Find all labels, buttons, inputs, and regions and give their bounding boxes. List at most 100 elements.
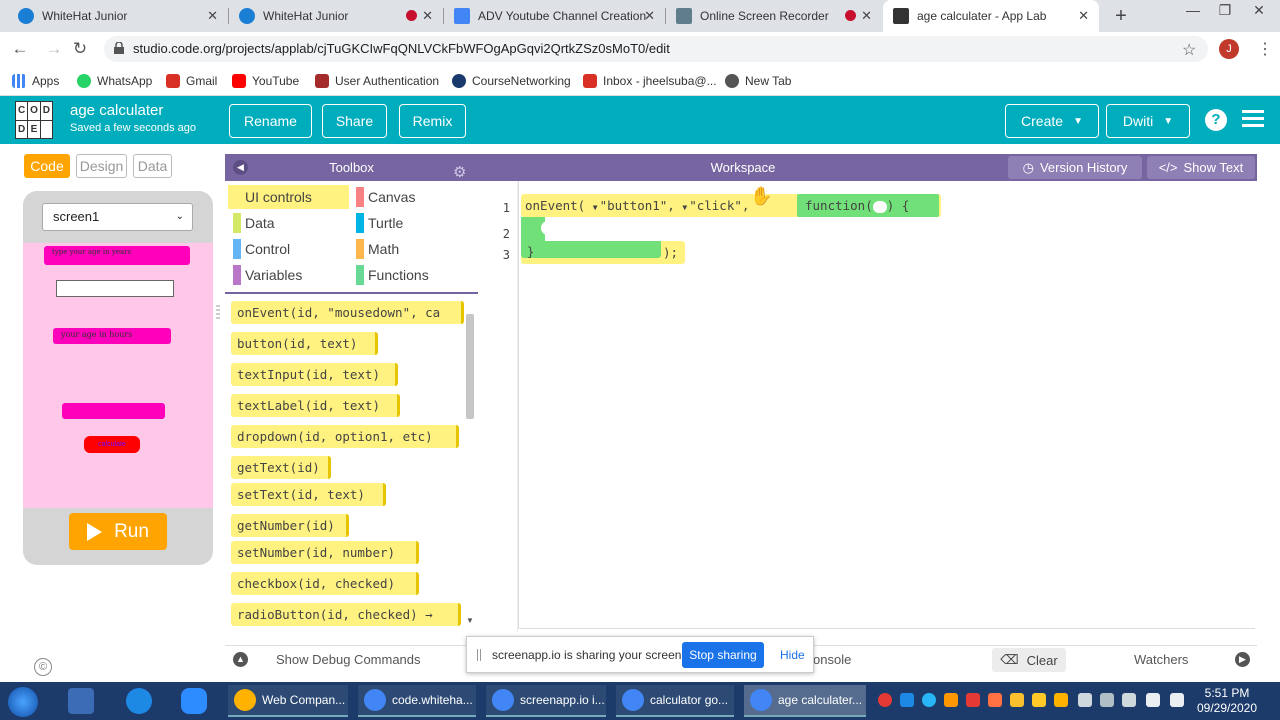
tray-app-icon[interactable]: [1032, 693, 1046, 707]
tray-app-icon[interactable]: [1054, 693, 1068, 707]
hamburger-menu-icon[interactable]: [1242, 110, 1264, 128]
run-button[interactable]: Run: [69, 513, 167, 550]
function-param-slot[interactable]: [872, 200, 887, 213]
zoom-icon[interactable]: [181, 688, 207, 714]
block-radiobutton[interactable]: radioButton(id, checked) →: [231, 603, 461, 626]
minimize-icon[interactable]: —: [1178, 2, 1208, 24]
reload-icon[interactable]: ↻: [70, 39, 90, 59]
stop-sharing-button[interactable]: Stop sharing: [682, 642, 764, 668]
forward-arrow-icon[interactable]: →: [44, 39, 64, 59]
block-textlabel[interactable]: textLabel(id, text): [231, 394, 400, 417]
calculate-button[interactable]: calculate: [84, 436, 140, 453]
hide-button[interactable]: Hide: [780, 648, 805, 662]
share-button[interactable]: Share: [322, 104, 387, 138]
browser-tab-3[interactable]: ADV Youtube Channel Creation ✕: [444, 0, 665, 32]
browser-tab-active[interactable]: age calculater - App Lab ✕: [883, 0, 1099, 32]
back-arrow-icon[interactable]: ←: [10, 39, 30, 59]
expand-right-icon[interactable]: ▶: [1235, 652, 1250, 667]
bookmark-star-icon[interactable]: ☆: [1182, 40, 1196, 60]
category-variables[interactable]: Variables: [228, 263, 349, 287]
code-mode-button[interactable]: Code: [24, 154, 70, 178]
block-textinput[interactable]: textInput(id, text): [231, 363, 398, 386]
bookmark-youtube[interactable]: YouTube: [232, 72, 299, 90]
taskbar-clock[interactable]: 5:51 PM 09/29/2020: [1196, 686, 1258, 716]
tab-close-icon[interactable]: ✕: [207, 8, 218, 24]
block-checkbox[interactable]: checkbox(id, checked): [231, 572, 419, 595]
browser-menu-icon[interactable]: ⋮: [1257, 39, 1273, 59]
tray-app-icon[interactable]: [988, 693, 1002, 707]
clear-console-button[interactable]: ⌫ Clear: [992, 648, 1066, 672]
bookmark-apps[interactable]: Apps: [12, 72, 59, 90]
category-functions[interactable]: Functions: [351, 263, 471, 287]
category-ui-controls[interactable]: UI controls: [228, 185, 349, 209]
window-close-icon[interactable]: ✕: [1244, 2, 1274, 24]
taskbar-app-chrome-1[interactable]: code.whiteha...: [358, 685, 476, 717]
profile-avatar[interactable]: J: [1219, 39, 1239, 59]
user-menu-button[interactable]: Dwiti ▼: [1106, 104, 1190, 138]
bookmark-user-auth[interactable]: User Authentication: [315, 72, 439, 90]
tray-app-icon[interactable]: [1100, 693, 1114, 707]
block-button[interactable]: button(id, text): [231, 332, 378, 355]
taskbar-app-chrome-3[interactable]: calculator go...: [616, 685, 734, 717]
new-tab-button[interactable]: +: [1110, 5, 1132, 27]
windows-start-icon[interactable]: [8, 687, 38, 717]
create-menu-button[interactable]: Create ▼: [1005, 104, 1099, 138]
copyright-icon[interactable]: ©: [34, 658, 52, 676]
resize-handle[interactable]: [216, 305, 220, 321]
code-org-logo[interactable]: COD DE: [15, 101, 53, 139]
tab-close-icon[interactable]: ✕: [644, 8, 655, 24]
toolbox-scrollbar[interactable]: [466, 314, 474, 419]
tray-app-icon[interactable]: [1078, 693, 1092, 707]
tray-app-icon[interactable]: [1146, 693, 1160, 707]
block-onevent[interactable]: onEvent(id, "mousedown", ca: [231, 301, 464, 324]
data-mode-button[interactable]: Data: [133, 154, 172, 178]
file-explorer-icon[interactable]: [68, 688, 94, 714]
block-getnumber[interactable]: getNumber(id): [231, 514, 349, 537]
restore-icon[interactable]: ❐: [1210, 2, 1240, 24]
tray-app-icon[interactable]: [944, 693, 958, 707]
design-mode-button[interactable]: Design: [76, 154, 127, 178]
url-field[interactable]: studio.code.org/projects/applab/cjTuGKCI…: [104, 36, 1208, 62]
category-turtle[interactable]: Turtle: [351, 211, 471, 235]
browser-tab-2[interactable]: WhiteHat Junior ✕: [229, 0, 443, 32]
tab-close-icon[interactable]: ✕: [1078, 8, 1089, 24]
onevent-block[interactable]: onEvent( ▼ "button1", ▼ "click", function(…: [521, 194, 941, 217]
tray-app-icon[interactable]: [878, 693, 892, 707]
bookmark-gmail[interactable]: Gmail: [166, 72, 217, 90]
browser-tab-1[interactable]: WhiteHat Junior ✕: [8, 0, 228, 32]
function-block[interactable]: function() {: [797, 194, 939, 217]
scroll-down-icon[interactable]: ▼: [466, 616, 474, 625]
bookmark-new-tab[interactable]: New Tab: [725, 72, 791, 90]
event-type-dropdown[interactable]: ▼ "click",: [682, 198, 749, 213]
category-canvas[interactable]: Canvas: [351, 185, 471, 209]
tray-app-icon[interactable]: [1170, 693, 1184, 707]
expand-up-icon[interactable]: ▲: [233, 652, 248, 667]
version-history-button[interactable]: ◷ Version History: [1008, 156, 1142, 179]
remix-button[interactable]: Remix: [399, 104, 466, 138]
category-math[interactable]: Math: [351, 237, 471, 261]
taskbar-app-chrome-2[interactable]: screenapp.io i...: [486, 685, 606, 717]
id-dropdown[interactable]: ▼ "button1",: [593, 198, 675, 213]
category-data[interactable]: Data: [228, 211, 349, 235]
bookmark-coursenetworking[interactable]: CourseNetworking: [452, 72, 571, 90]
code-canvas[interactable]: onEvent( ▼ "button1", ▼ "click", function(…: [518, 181, 1255, 629]
block-setnumber[interactable]: setNumber(id, number): [231, 541, 419, 564]
tray-app-icon[interactable]: [1010, 693, 1024, 707]
edge-icon[interactable]: [126, 688, 152, 714]
browser-tab-4[interactable]: Online Screen Recorder ✕: [666, 0, 882, 32]
show-text-button[interactable]: </> Show Text: [1147, 156, 1255, 179]
gear-icon[interactable]: ⚙: [453, 159, 466, 186]
show-debug-commands-button[interactable]: Show Debug Commands: [276, 652, 421, 667]
tray-app-icon[interactable]: [1122, 693, 1136, 707]
collapse-left-icon[interactable]: ◀: [233, 160, 248, 175]
help-icon[interactable]: ?: [1205, 109, 1227, 131]
category-control[interactable]: Control: [228, 237, 349, 261]
tab-close-icon[interactable]: ✕: [861, 8, 872, 24]
tray-app-icon[interactable]: [966, 693, 980, 707]
empty-statement-slot[interactable]: [541, 221, 567, 235]
bookmark-whatsapp[interactable]: WhatsApp: [77, 72, 152, 90]
taskbar-app-web-companion[interactable]: Web Compan...: [228, 685, 348, 717]
tab-close-icon[interactable]: ✕: [422, 8, 433, 24]
block-settext[interactable]: setText(id, text): [231, 483, 386, 506]
drag-grip-icon[interactable]: [477, 649, 481, 661]
